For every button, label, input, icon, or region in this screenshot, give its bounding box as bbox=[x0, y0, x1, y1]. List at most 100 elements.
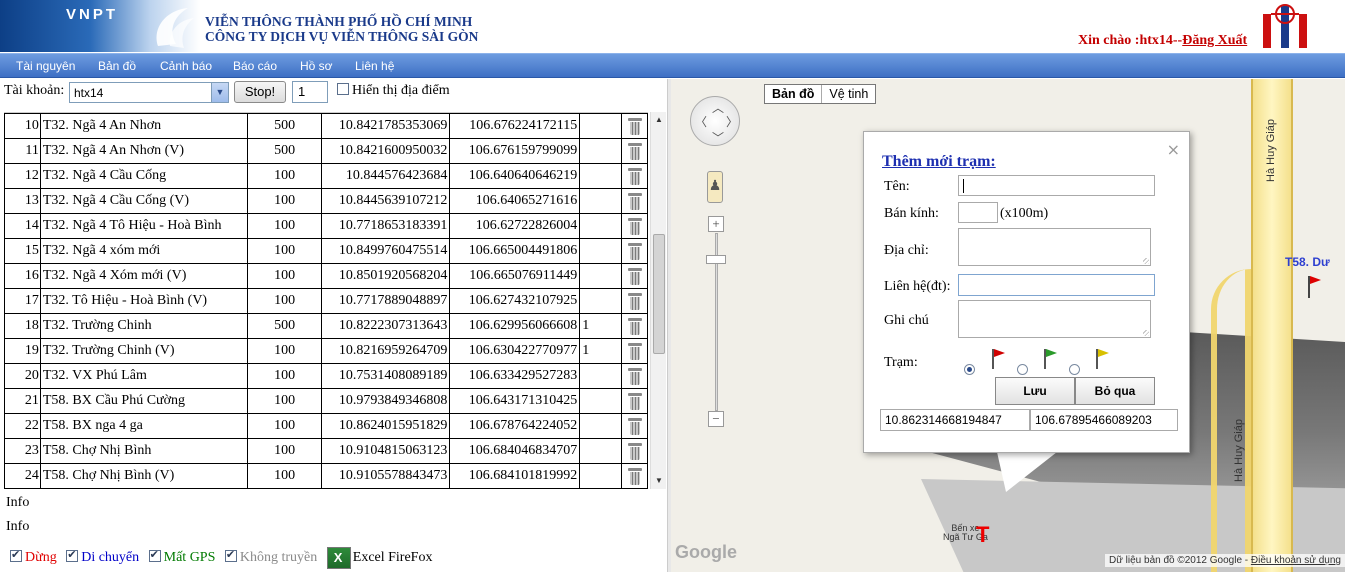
table-row[interactable]: 15 T32. Ngã 4 xóm mới 100 10.8499760475514 1… bbox=[4, 238, 648, 264]
terms-link[interactable]: Điều khoản sử dụng bbox=[1251, 555, 1341, 566]
map-marker-t-icon[interactable]: T bbox=[976, 522, 989, 548]
row-index: 10 bbox=[4, 113, 41, 139]
zoom-out-icon[interactable]: − bbox=[708, 411, 724, 427]
table-row[interactable]: 24 T58. Chợ Nhị Bình (V) 100 10.91055788434… bbox=[4, 463, 648, 489]
station-flag-icon[interactable] bbox=[1308, 276, 1310, 298]
legend-no-gps[interactable]: Mất GPS bbox=[148, 548, 215, 565]
station-latitude: 10.9793849346808 bbox=[321, 388, 451, 414]
station-extra bbox=[579, 238, 622, 264]
legend-moving[interactable]: Di chuyển bbox=[66, 548, 139, 565]
legend-no-gps-checkbox[interactable] bbox=[148, 548, 161, 563]
flag-yellow-radio[interactable] bbox=[1069, 364, 1080, 375]
pan-down-icon[interactable]: ﹀ bbox=[712, 129, 724, 146]
pegman-icon[interactable]: ♟ bbox=[707, 171, 723, 203]
scroll-thumb[interactable] bbox=[653, 234, 665, 354]
radius-input[interactable] bbox=[958, 202, 998, 223]
legend-moving-checkbox[interactable] bbox=[66, 548, 79, 563]
table-scrollbar[interactable]: ▲ ▼ bbox=[650, 112, 666, 489]
note-label: Ghi chú bbox=[884, 313, 929, 328]
menu-canh-bao[interactable]: Cảnh báo bbox=[160, 59, 212, 73]
trash-icon[interactable] bbox=[627, 192, 642, 210]
table-row[interactable]: 11 T32. Ngã 4 An Nhơn (V) 500 10.8421600950… bbox=[4, 138, 648, 164]
zoom-slider-thumb[interactable] bbox=[706, 255, 726, 264]
main-menu: Tài nguyên Bản đồ Cảnh báo Báo cáo Hồ sơ… bbox=[0, 53, 1345, 78]
map-type-map-button[interactable]: Bản đồ bbox=[765, 85, 823, 103]
table-row[interactable]: 10 T32. Ngã 4 An Nhơn 500 10.8421785353069 1… bbox=[4, 113, 648, 139]
station-extra bbox=[579, 288, 622, 314]
trash-icon[interactable] bbox=[627, 392, 642, 410]
show-places-toggle[interactable]: Hiển thị địa điểm bbox=[337, 83, 450, 99]
trash-icon[interactable] bbox=[627, 317, 642, 335]
pan-control[interactable]: ︿ ﹀ 〈 〉 bbox=[690, 96, 740, 146]
legend-no-transmit-label: Không truyền bbox=[239, 550, 318, 566]
trash-icon[interactable] bbox=[627, 217, 642, 235]
latitude-field[interactable]: 10.862314668194847 bbox=[880, 409, 1030, 431]
account-select[interactable]: htx14 ▼ bbox=[69, 82, 229, 103]
scroll-up-icon[interactable]: ▲ bbox=[651, 112, 667, 128]
address-textarea[interactable] bbox=[958, 228, 1151, 266]
trash-icon[interactable] bbox=[627, 167, 642, 185]
map-view[interactable]: Hà Huy Giáp Hà Huy Giáp T58. Dư Bến xe Ng… bbox=[671, 79, 1345, 572]
station-name: T32. Ngã 4 Cầu Cống (V) bbox=[39, 188, 248, 214]
skip-button[interactable]: Bỏ qua bbox=[1075, 377, 1155, 405]
trash-icon[interactable] bbox=[627, 467, 642, 485]
trash-icon[interactable] bbox=[627, 442, 642, 460]
table-row[interactable]: 13 T32. Ngã 4 Cầu Cống (V) 100 10.844563910… bbox=[4, 188, 648, 214]
longitude-field[interactable]: 106.67895466089203 bbox=[1030, 409, 1178, 431]
trash-icon[interactable] bbox=[627, 117, 642, 135]
chevron-down-icon[interactable]: ▼ bbox=[211, 83, 228, 102]
pan-up-icon[interactable]: ︿ bbox=[712, 99, 724, 116]
menu-bao-cao[interactable]: Báo cáo bbox=[233, 59, 277, 73]
logout-link[interactable]: Đăng Xuất bbox=[1182, 33, 1247, 48]
trash-icon[interactable] bbox=[627, 342, 642, 360]
trash-icon[interactable] bbox=[627, 242, 642, 260]
table-row[interactable]: 18 T32. Trường Chinh 500 10.8222307313643 10… bbox=[4, 313, 648, 339]
table-row[interactable]: 19 T32. Trường Chinh (V) 100 10.82169592647… bbox=[4, 338, 648, 364]
trash-icon[interactable] bbox=[627, 292, 642, 310]
pan-right-icon[interactable]: 〉 bbox=[726, 113, 738, 130]
station-latitude: 10.8501920568204 bbox=[321, 263, 451, 289]
station-name: T32. Ngã 4 Tô Hiệu - Hoà Bình bbox=[39, 213, 248, 239]
contact-input[interactable] bbox=[958, 274, 1155, 296]
pan-left-icon[interactable]: 〈 bbox=[695, 113, 707, 130]
station-name: T32. VX Phú Lâm bbox=[39, 363, 248, 389]
flag-red-radio[interactable] bbox=[964, 364, 975, 375]
name-input[interactable] bbox=[958, 175, 1155, 196]
table-row[interactable]: 14 T32. Ngã 4 Tô Hiệu - Hoà Bình 100 10.771… bbox=[4, 213, 648, 239]
legend-no-transmit-checkbox[interactable] bbox=[224, 548, 237, 563]
station-map-label[interactable]: T58. Dư bbox=[1285, 255, 1330, 269]
station-extra bbox=[579, 138, 622, 164]
menu-tai-nguyen[interactable]: Tài nguyên bbox=[16, 59, 75, 73]
close-icon[interactable]: × bbox=[1167, 140, 1180, 159]
note-textarea[interactable] bbox=[958, 300, 1151, 338]
legend-no-transmit[interactable]: Không truyền bbox=[224, 548, 318, 566]
station-radius: 100 bbox=[246, 163, 323, 189]
table-row[interactable]: 21 T58. BX Cầu Phú Cường 100 10.97938493468… bbox=[4, 388, 648, 414]
map-type-satellite-button[interactable]: Vệ tinh bbox=[822, 85, 875, 103]
menu-ban-do[interactable]: Bản đồ bbox=[98, 59, 136, 73]
stop-button[interactable]: Stop! bbox=[234, 81, 286, 103]
trash-icon[interactable] bbox=[627, 142, 642, 160]
table-row[interactable]: 22 T58. BX nga 4 ga 100 10.8624015951829 106… bbox=[4, 413, 648, 439]
count-input[interactable]: 1 bbox=[292, 81, 328, 103]
trash-icon[interactable] bbox=[627, 267, 642, 285]
trash-icon[interactable] bbox=[627, 417, 642, 435]
zoom-in-icon[interactable]: + bbox=[708, 216, 724, 232]
scroll-down-icon[interactable]: ▼ bbox=[651, 473, 667, 489]
flag-green-radio[interactable] bbox=[1017, 364, 1028, 375]
table-row[interactable]: 20 T32. VX Phú Lâm 100 10.7531408089189 106.… bbox=[4, 363, 648, 389]
show-places-checkbox[interactable] bbox=[337, 83, 349, 95]
legend-stopped[interactable]: Dừng bbox=[10, 548, 57, 565]
excel-export-link[interactable]: Excel FireFox bbox=[326, 547, 432, 569]
table-row[interactable]: 12 T32. Ngã 4 Cầu Cống 100 10.844576423684 1… bbox=[4, 163, 648, 189]
trash-icon[interactable] bbox=[627, 367, 642, 385]
table-row[interactable]: 23 T58. Chợ Nhị Bình 100 10.9104815063123 10… bbox=[4, 438, 648, 464]
account-value: htx14 bbox=[74, 86, 104, 100]
table-row[interactable]: 17 T32. Tô Hiệu - Hoà Bình (V) 100 10.77178… bbox=[4, 288, 648, 314]
menu-ho-so[interactable]: Hồ sơ bbox=[300, 59, 333, 73]
menu-lien-he[interactable]: Liên hệ bbox=[355, 59, 394, 73]
excel-icon[interactable] bbox=[326, 547, 351, 569]
legend-stopped-checkbox[interactable] bbox=[10, 548, 22, 563]
table-row[interactable]: 16 T32. Ngã 4 Xóm mới (V) 100 10.8501920568… bbox=[4, 263, 648, 289]
save-button[interactable]: Lưu bbox=[995, 377, 1075, 405]
